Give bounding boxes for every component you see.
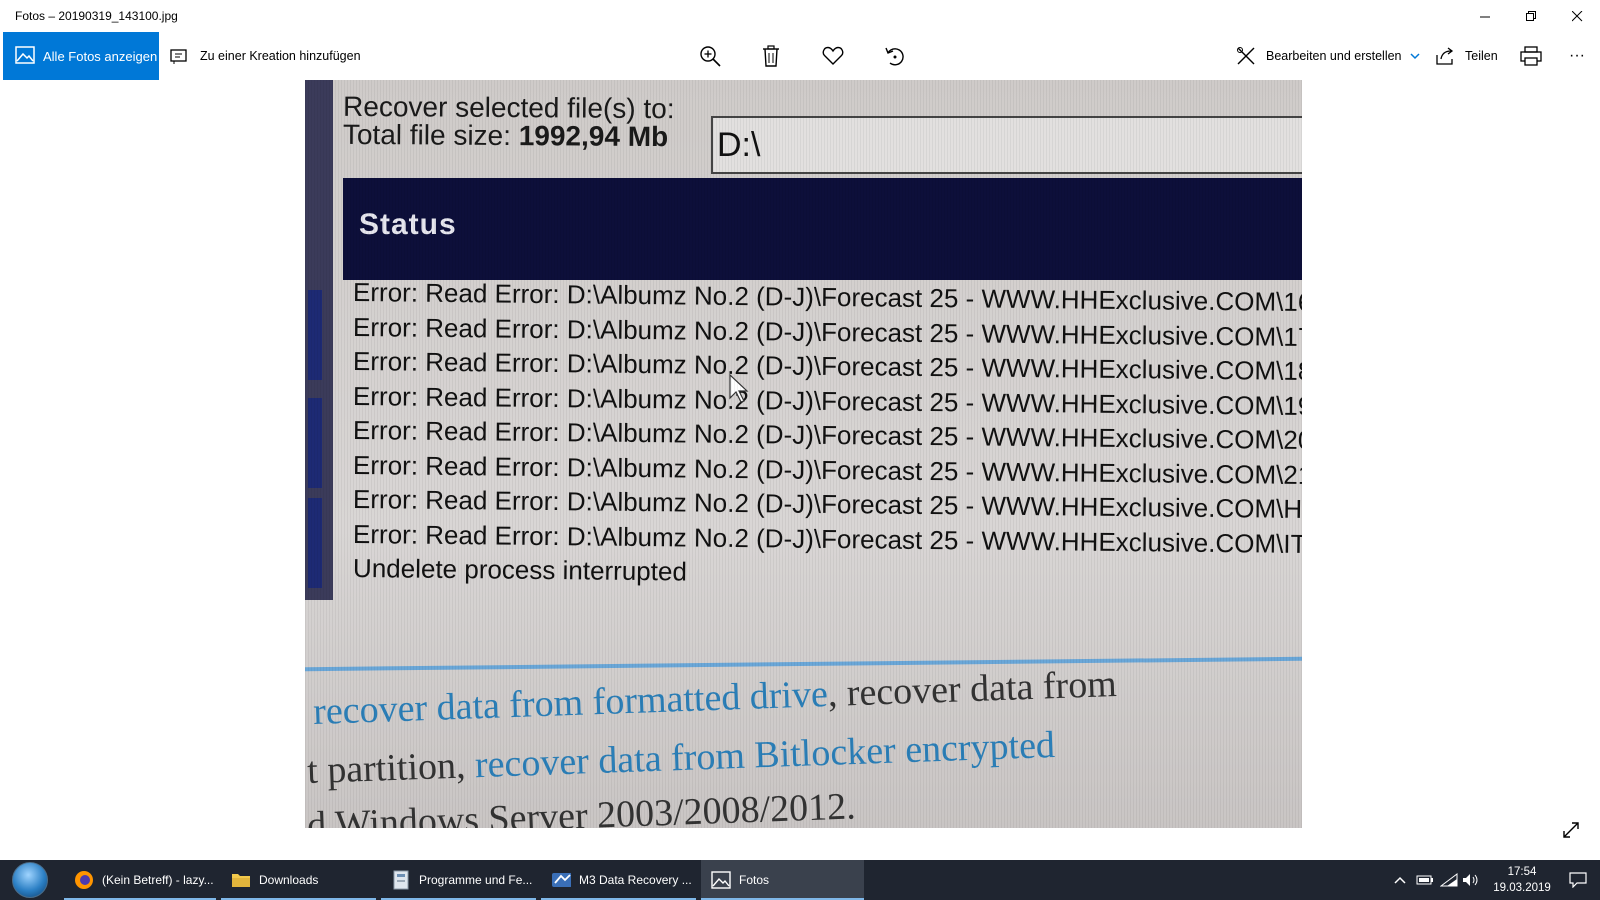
total-size-line: Total file size: 1992,94 Mb [342,118,675,153]
taskbar-item-downloads[interactable]: Downloads [221,860,376,900]
total-size-label: Total file size: [342,118,512,152]
taskbar-item-label: Downloads [259,873,319,887]
photo-divider [305,656,1302,672]
share-label: Teilen [1465,49,1498,63]
battery-button[interactable] [1414,860,1436,900]
chevron-up-icon [1394,876,1406,884]
volume-button[interactable] [1460,860,1482,900]
web-text: t partition, [306,744,476,793]
clock-date: 19.03.2019 [1493,882,1551,894]
total-size-value: 1992,94 Mb [518,120,669,153]
web-text: d Windows Server 2003/2008/2012. [306,785,857,828]
destination-field: D:\ [711,116,1302,174]
more-options-button[interactable]: ··· [1555,32,1599,80]
share-icon [1435,47,1455,65]
taskbar-item-firefox[interactable]: (Kein Betreff) - lazy... [64,860,216,900]
print-button[interactable] [1509,32,1553,80]
edit-create-label: Bearbeiten und erstellen [1266,49,1402,63]
add-creation-icon [170,47,190,65]
all-photos-label: Alle Fotos anzeigen [43,48,158,64]
windows-orb-icon [12,862,48,898]
fullscreen-button[interactable] [1556,815,1586,845]
photo-left-block [308,398,322,488]
close-icon [1571,10,1582,21]
control-panel-icon [391,870,411,890]
taskbar-item-m3-recovery[interactable]: M3 Data Recovery ... [541,860,696,900]
action-center-button[interactable] [1560,860,1596,900]
add-to-creation-button[interactable]: Zu einer Kreation hinzufügen [170,32,361,80]
taskbar-item-label: Programme und Fe... [419,873,533,887]
photo-left-block [308,498,322,588]
all-photos-button[interactable]: Alle Fotos anzeigen [3,32,159,80]
chevron-down-icon [1409,52,1420,60]
web-link: recover data from formatted drive [312,673,829,734]
add-to-creation-label: Zu einer Kreation hinzufügen [200,49,361,63]
tray-overflow-button[interactable] [1390,860,1410,900]
taskbar-clock[interactable]: 17:54 19.03.2019 [1482,864,1562,896]
firefox-icon [74,870,94,890]
network-button[interactable] [1438,860,1460,900]
status-header: Status [359,208,457,241]
edit-create-button[interactable]: Bearbeiten und erstellen [1236,32,1420,80]
photo-gallery-icon [15,45,35,67]
trash-icon [763,45,779,67]
taskbar-item-label: M3 Data Recovery ... [579,873,692,887]
delete-button[interactable] [749,32,793,80]
web-text: , recover data from [827,662,1118,716]
expand-icon [1563,822,1579,838]
volume-icon [1463,874,1478,886]
start-button[interactable] [4,860,56,900]
notification-icon [1569,872,1587,888]
taskbar: (Kein Betreff) - lazy... Downloads Progr… [0,860,1600,900]
close-button[interactable] [1554,0,1600,32]
web-text-line: recover data from formatted drive, recov… [312,662,1118,734]
heart-icon [822,46,844,65]
favorite-button[interactable] [811,32,855,80]
status-header-bar: Status [343,178,1302,280]
zoom-button[interactable] [688,32,732,80]
share-button[interactable]: Teilen [1435,32,1498,80]
edit-icon [1236,46,1256,66]
minimize-button[interactable] [1462,0,1508,32]
web-text-line: t partition, recover data from Bitlocker… [306,723,1055,793]
photo-viewer-image[interactable]: Recover selected file(s) to: Total file … [305,80,1302,828]
taskbar-item-photos[interactable]: Fotos [701,860,864,900]
photo-left-panel [305,80,333,600]
minimize-icon [1479,16,1490,17]
clock-time: 17:54 [1507,866,1537,878]
folder-icon [231,870,251,890]
restore-icon [1525,10,1536,21]
taskbar-item-label: Fotos [739,873,770,887]
title-bar: Fotos – 20190319_143100.jpg [0,0,1600,32]
m3-recovery-icon [551,870,571,890]
taskbar-item-programs[interactable]: Programme und Fe... [381,860,536,900]
recover-header: Recover selected file(s) to: Total file … [342,91,675,153]
more-icon: ··· [1569,47,1585,64]
zoom-in-icon [700,46,721,67]
restore-button[interactable] [1508,0,1554,32]
window-title: Fotos – 20190319_143100.jpg [15,9,178,23]
wifi-icon [1440,873,1458,887]
rotate-icon [885,47,904,66]
web-text-line: d Windows Server 2003/2008/2012. [306,784,856,828]
photos-icon [711,870,731,890]
battery-icon [1416,875,1433,885]
toolbar: Alle Fotos anzeigen Zu einer Kreation hi… [0,32,1600,80]
rotate-button[interactable] [873,32,917,80]
web-link: recover data from Bitlocker encrypted [474,723,1056,787]
mouse-cursor-icon [729,374,749,403]
status-log: Error: Read Error: D:\Albumz No.2 (D-J)\… [353,277,1302,591]
photo-left-block [308,290,322,380]
taskbar-item-label: (Kein Betreff) - lazy... [102,873,214,887]
print-icon [1520,46,1542,66]
